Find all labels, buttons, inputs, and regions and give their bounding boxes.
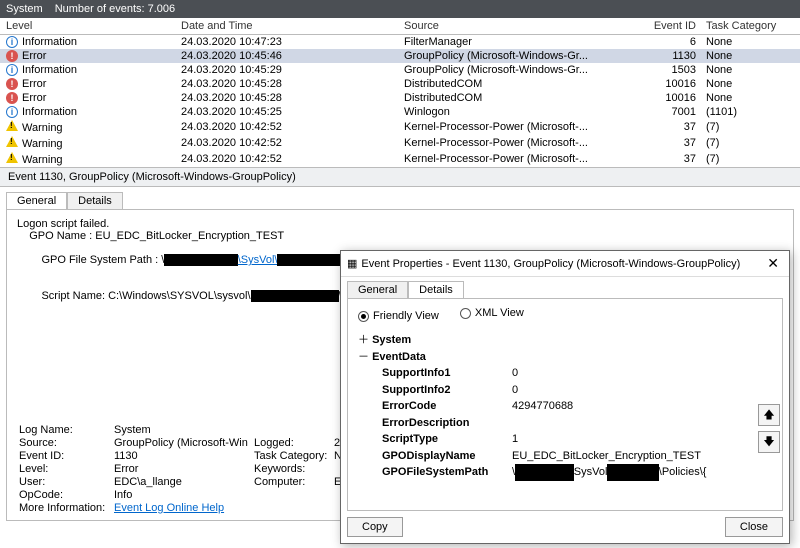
event-xml-tree: ＋ System － EventData SupportInfo10Suppor… xyxy=(358,332,772,481)
eventdata-row: ScriptType1 xyxy=(382,431,772,448)
col-eventid[interactable]: Event ID xyxy=(644,20,706,32)
prev-event-button[interactable]: 🡅 xyxy=(758,404,780,426)
table-row[interactable]: Warning24.03.2020 10:42:52Kernel-Process… xyxy=(0,135,800,151)
info-icon: i xyxy=(6,106,18,118)
tab-details[interactable]: Details xyxy=(67,192,123,209)
col-datetime[interactable]: Date and Time xyxy=(181,20,404,32)
error-icon: ! xyxy=(6,92,18,104)
info-icon: i xyxy=(6,64,18,76)
close-icon[interactable]: ✕ xyxy=(763,255,783,272)
eventdata-row: SupportInfo10 xyxy=(382,365,772,382)
warning-icon xyxy=(6,120,18,131)
dialog-title: Event Properties - Event 1130, GroupPoli… xyxy=(361,258,740,270)
warning-icon xyxy=(6,152,18,163)
next-event-button[interactable]: 🡇 xyxy=(758,431,780,453)
close-button[interactable]: Close xyxy=(725,517,783,537)
table-row[interactable]: iInformation24.03.2020 10:45:29GroupPoli… xyxy=(0,63,800,77)
detail-panel-title: Event 1130, GroupPolicy (Microsoft-Windo… xyxy=(0,167,800,187)
error-icon: ! xyxy=(6,78,18,90)
table-row[interactable]: !Error24.03.2020 10:45:28DistributedCOM1… xyxy=(0,77,800,91)
table-row[interactable]: Warning24.03.2020 10:42:52Kernel-Process… xyxy=(0,151,800,167)
table-row[interactable]: iInformation24.03.2020 10:45:25Winlogon7… xyxy=(0,105,800,119)
eventdata-row: GPOFileSystemPath\XXXXXXXXSysVolXXXXXXX\… xyxy=(382,464,772,481)
table-row[interactable]: !Error24.03.2020 10:45:28DistributedCOM1… xyxy=(0,91,800,105)
detail-tabs: General Details xyxy=(6,192,794,209)
table-row[interactable]: iInformation24.03.2020 10:47:23FilterMan… xyxy=(0,35,800,49)
popup-tab-details[interactable]: Details xyxy=(408,281,464,298)
popup-tab-general[interactable]: General xyxy=(347,281,408,298)
eventdata-row: SupportInfo20 xyxy=(382,382,772,399)
table-row[interactable]: !Error24.03.2020 10:45:46GroupPolicy (Mi… xyxy=(0,49,800,63)
eventdata-row: GPODisplayNameEU_EDC_BitLocker_Encryptio… xyxy=(382,448,772,465)
eventdata-row: ErrorCode4294770688 xyxy=(382,398,772,415)
column-headers: Level Date and Time Source Event ID Task… xyxy=(0,18,800,35)
popup-tabs: General Details xyxy=(347,281,783,298)
view-mode: Friendly View XML View xyxy=(358,307,772,322)
num-events: Number of events: 7.006 xyxy=(55,3,175,15)
event-table-body: iInformation24.03.2020 10:47:23FilterMan… xyxy=(0,35,800,167)
eventdata-row: ErrorDescription xyxy=(382,415,772,432)
tab-general[interactable]: General xyxy=(6,192,67,209)
copy-button[interactable]: Copy xyxy=(347,517,403,537)
col-level[interactable]: Level xyxy=(6,20,181,32)
error-icon: ! xyxy=(6,50,18,62)
info-icon: i xyxy=(6,36,18,48)
msg-line1: Logon script failed. xyxy=(17,218,783,230)
popup-footer: Copy Close xyxy=(341,511,789,543)
radio-xml[interactable]: XML View xyxy=(460,307,524,319)
collapse-icon[interactable]: － xyxy=(358,351,369,363)
col-source[interactable]: Source xyxy=(404,20,644,32)
event-properties-dialog: ▦ Event Properties - Event 1130, GroupPo… xyxy=(340,250,790,544)
table-row[interactable]: Warning24.03.2020 10:42:52Kernel-Process… xyxy=(0,119,800,135)
warning-icon xyxy=(6,136,18,147)
sysvol-link[interactable]: \SysVol\ xyxy=(238,254,278,266)
radio-friendly[interactable]: Friendly View xyxy=(358,310,439,322)
col-taskcat[interactable]: Task Category xyxy=(706,20,794,32)
dialog-titlebar[interactable]: ▦ Event Properties - Event 1130, GroupPo… xyxy=(341,251,789,277)
expand-icon[interactable]: ＋ xyxy=(358,334,369,346)
system-label: System xyxy=(6,3,43,15)
system-header: System Number of events: 7.006 xyxy=(0,0,800,18)
popup-body: Friendly View XML View ＋ System － EventD… xyxy=(347,298,783,511)
redacted-path: XXXXXXXXXX xyxy=(164,254,237,266)
msg-line2: GPO Name : EU_EDC_BitLocker_Encryption_T… xyxy=(17,230,783,242)
logname-l: Log Name: xyxy=(19,424,114,436)
dialog-icon: ▦ xyxy=(347,257,357,270)
